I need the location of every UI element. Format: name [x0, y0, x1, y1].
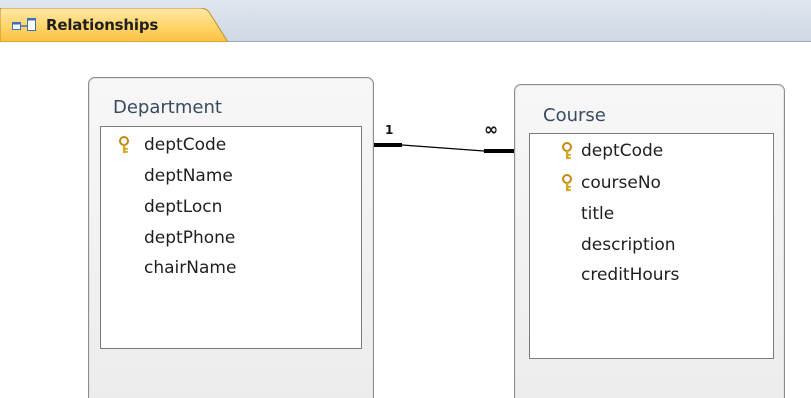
field-row-deptName[interactable]: deptName [101, 164, 361, 188]
key-icon [562, 174, 572, 191]
document-tab-strip: Relationships [0, 0, 811, 42]
key-icon [119, 136, 129, 153]
field-row-creditHours[interactable]: creditHours [530, 263, 773, 287]
table-title: Course [543, 105, 606, 126]
field-label: deptCode [581, 141, 664, 161]
one-side-label: 1 [385, 123, 394, 137]
relationships-icon [12, 18, 36, 31]
many-side-label: ∞ [484, 120, 499, 140]
field-label: courseNo [581, 173, 661, 193]
field-row-deptPhone[interactable]: deptPhone [101, 226, 361, 250]
field-label: deptCode [144, 135, 227, 155]
field-label: creditHours [581, 265, 680, 285]
field-list[interactable]: deptCode courseNo title description cred… [529, 133, 774, 359]
relationships-window: Relationships 1 ∞ Department deptCode de… [0, 0, 811, 398]
field-row-deptLocn[interactable]: deptLocn [101, 195, 361, 219]
field-row-description[interactable]: description [530, 233, 773, 257]
field-row-chairName[interactable]: chairName [101, 256, 361, 280]
field-row-courseNo[interactable]: courseNo [530, 171, 773, 195]
key-icon [562, 142, 572, 159]
field-label: deptName [144, 166, 233, 186]
tab-label: Relationships [46, 16, 159, 34]
table-course[interactable]: Course deptCode courseNo title descripti… [514, 84, 785, 398]
field-list[interactable]: deptCode deptName deptLocn deptPhone cha… [100, 126, 362, 349]
relationships-canvas[interactable]: 1 ∞ Department deptCode deptName deptLoc… [0, 42, 811, 398]
field-label: description [581, 235, 676, 255]
join-line [401, 144, 485, 152]
field-row-title[interactable]: title [530, 202, 773, 226]
field-label: deptLocn [144, 197, 223, 217]
table-department[interactable]: Department deptCode deptName deptLocn de… [88, 77, 374, 398]
field-label: deptPhone [144, 228, 236, 248]
field-label: chairName [144, 258, 237, 278]
table-title: Department [113, 97, 222, 118]
field-row-deptCode[interactable]: deptCode [101, 133, 361, 157]
field-label: title [581, 204, 615, 224]
field-row-deptCode[interactable]: deptCode [530, 139, 773, 163]
tab-relationships[interactable]: Relationships [0, 8, 228, 42]
